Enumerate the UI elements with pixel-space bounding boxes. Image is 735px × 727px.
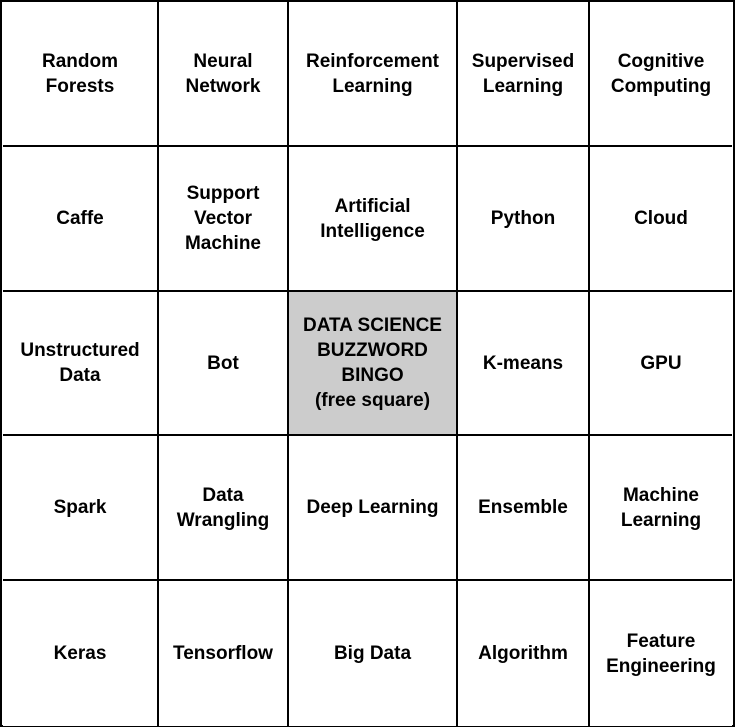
bingo-cell-artificial-intelligence: Artificial Intelligence — [289, 147, 458, 292]
bingo-cell-cloud: Cloud — [590, 147, 732, 292]
bingo-cell-spark: Spark — [3, 436, 159, 581]
bingo-cell-algorithm: Algorithm — [458, 581, 590, 726]
bingo-cell-reinforcement-learning: Reinforcement Learning — [289, 2, 458, 147]
bingo-cell-unstructured-data: Unstructured Data — [3, 292, 159, 436]
bingo-cell-machine-learning: Machine Learning — [590, 436, 732, 581]
bingo-cell-supervised-learning: Supervised Learning — [458, 2, 590, 147]
bingo-cell-k-means: K-means — [458, 292, 590, 436]
bingo-cell-gpu: GPU — [590, 292, 732, 436]
bingo-cell-big-data: Big Data — [289, 581, 458, 726]
bingo-cell-cognitive-computing: Cognitive Computing — [590, 2, 732, 147]
bingo-cell-random-forests: Random Forests — [3, 2, 159, 147]
bingo-cell-keras: Keras — [3, 581, 159, 726]
bingo-cell-bot: Bot — [159, 292, 289, 436]
bingo-grid: Random Forests Neural Network Reinforcem… — [3, 2, 732, 726]
bingo-cell-python: Python — [458, 147, 590, 292]
bingo-free-square: DATA SCIENCE BUZZWORD BINGO (free square… — [289, 292, 458, 436]
bingo-board: Random Forests Neural Network Reinforcem… — [0, 0, 735, 727]
bingo-cell-caffe: Caffe — [3, 147, 159, 292]
bingo-cell-feature-engineering: Feature Engineering — [590, 581, 732, 726]
bingo-cell-support-vector-machine: Support Vector Machine — [159, 147, 289, 292]
bingo-cell-deep-learning: Deep Learning — [289, 436, 458, 581]
bingo-cell-ensemble: Ensemble — [458, 436, 590, 581]
bingo-cell-data-wrangling: Data Wrangling — [159, 436, 289, 581]
bingo-cell-tensorflow: Tensorflow — [159, 581, 289, 726]
bingo-cell-neural-network: Neural Network — [159, 2, 289, 147]
